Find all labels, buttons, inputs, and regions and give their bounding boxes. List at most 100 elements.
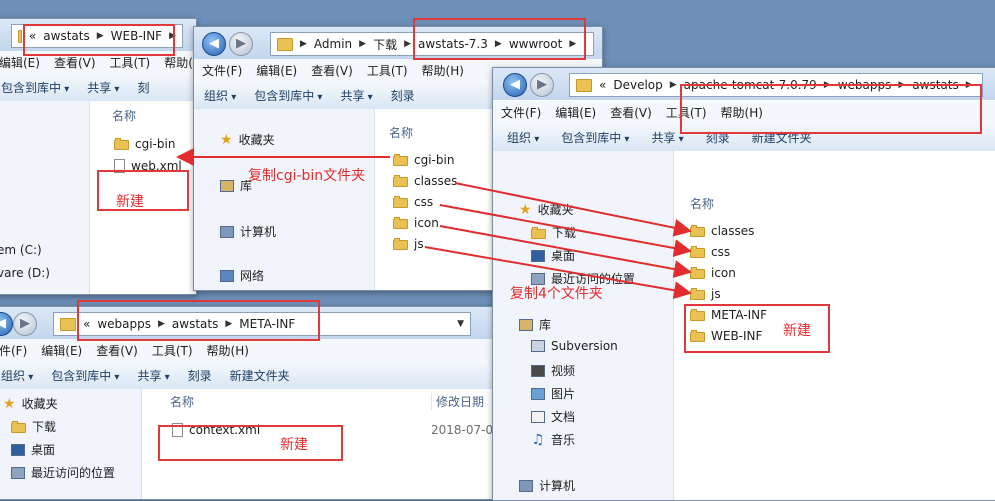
burn-button[interactable]: 刻录 xyxy=(188,367,212,384)
menu-view[interactable]: 查看(V) xyxy=(610,104,652,121)
menu-file[interactable]: 文件(F) xyxy=(202,62,242,79)
chevron-right-icon[interactable]: ▼ xyxy=(457,319,464,329)
share-button[interactable]: 共享 xyxy=(651,129,683,146)
organize-button[interactable]: 组织 xyxy=(1,367,33,384)
column-header-name[interactable]: 名称 xyxy=(112,107,136,124)
menu-tools[interactable]: 工具(T) xyxy=(110,54,151,71)
back-button[interactable]: ◀ xyxy=(503,73,527,97)
address-overflow[interactable]: « xyxy=(599,78,606,92)
forward-button[interactable]: ▶ xyxy=(530,73,554,97)
include-library-button[interactable]: 包含到库中 xyxy=(254,87,322,104)
share-button[interactable]: 共享 xyxy=(340,87,372,104)
file-name: css xyxy=(414,195,434,209)
address-crumb-develop[interactable]: Develop xyxy=(613,78,662,92)
menu-edit[interactable]: 编辑(E) xyxy=(0,54,40,71)
highlight-address-tomcat xyxy=(680,84,982,134)
nav-label: 下载 xyxy=(32,420,57,434)
folder-icon xyxy=(690,225,705,237)
nav-documents[interactable]: 文档 xyxy=(531,408,575,425)
command-bar: 组织 包含到库中 共享 刻录 新建文件夹 xyxy=(0,361,497,390)
menu-tools[interactable]: 工具(T) xyxy=(152,342,193,359)
chevron-right-icon[interactable]: ▶ xyxy=(300,39,307,49)
menu-edit[interactable]: 编辑(E) xyxy=(41,342,82,359)
folder-js[interactable]: js xyxy=(690,287,721,301)
highlight-address-web-inf xyxy=(23,24,175,56)
highlight-address-wwwroot xyxy=(413,18,586,60)
nav-favorites[interactable]: ★ 收藏夹 xyxy=(220,131,275,148)
nav-label: Subversion xyxy=(551,339,618,353)
menu-edit[interactable]: 编辑(E) xyxy=(555,104,596,121)
share-button[interactable]: 共享 xyxy=(137,367,169,384)
folder-icon-dir[interactable]: icon xyxy=(690,266,736,280)
highlight-address-meta-inf xyxy=(77,300,320,341)
menu-file[interactable]: 文件(F) xyxy=(501,104,541,121)
include-library-button[interactable]: 包含到库中 xyxy=(51,367,119,384)
share-button[interactable]: 共享 xyxy=(87,79,119,96)
new-folder-button[interactable]: 新建文件夹 xyxy=(230,367,290,384)
menu-view[interactable]: 查看(V) xyxy=(54,54,96,71)
back-button[interactable]: ◀ xyxy=(202,32,226,56)
organize-button[interactable]: 组织 xyxy=(204,87,236,104)
star-icon: ★ xyxy=(519,201,532,218)
organize-button[interactable]: 组织 xyxy=(507,129,539,146)
recent-places-icon xyxy=(11,466,25,479)
nav-favorites[interactable]: ★ 收藏夹 xyxy=(519,201,574,218)
nav-music[interactable]: ♫ 音乐 xyxy=(531,431,575,448)
menu-help[interactable]: 帮助(H) xyxy=(207,342,249,359)
nav-label: 图片 xyxy=(551,387,576,401)
folder-icon xyxy=(393,238,408,250)
nav-downloads[interactable]: 下载 xyxy=(531,224,576,241)
folder-js[interactable]: js xyxy=(393,237,424,251)
nav-videos[interactable]: 视频 xyxy=(531,362,575,379)
menu-help[interactable]: 帮助(H) xyxy=(422,62,464,79)
include-library-button[interactable]: 包含到库中 xyxy=(1,79,69,96)
chevron-right-icon[interactable]: ▶ xyxy=(670,80,677,90)
include-library-button[interactable]: 包含到库中 xyxy=(561,129,629,146)
forward-button[interactable]: ▶ xyxy=(13,312,37,336)
column-header-name[interactable]: 名称 xyxy=(389,124,413,141)
nav-downloads[interactable]: 下载 xyxy=(11,418,56,435)
file-name: js xyxy=(414,237,424,251)
nav-computer[interactable]: 计算机 xyxy=(220,223,276,240)
nav-subversion[interactable]: Subversion xyxy=(531,339,618,353)
folder-icon-dir[interactable]: icon xyxy=(393,216,439,230)
menu-view[interactable]: 查看(V) xyxy=(311,62,353,79)
navigation-pane: ★ 收藏夹 下载 桌面 最近访问的位置 xyxy=(0,389,142,499)
folder-classes[interactable]: classes xyxy=(393,174,457,188)
nav-recent[interactable]: 最近访问的位置 xyxy=(11,464,115,481)
burn-button[interactable]: 刻 xyxy=(137,79,149,96)
nav-drive-d[interactable]: vare (D:) xyxy=(0,266,50,280)
menu-file[interactable]: 件(F) xyxy=(0,342,27,359)
folder-css[interactable]: css xyxy=(393,195,433,209)
navigation-pane: ★ 收藏夹 下载 桌面 最近访问的位置 库 Subversion 视频 图片 文… xyxy=(493,151,674,500)
folder-cgi-bin[interactable]: cgi-bin xyxy=(393,153,454,167)
nav-desktop[interactable]: 桌面 xyxy=(11,441,55,458)
folder-classes[interactable]: classes xyxy=(690,224,754,238)
folder-icon xyxy=(18,29,22,43)
menu-view[interactable]: 查看(V) xyxy=(96,342,138,359)
nav-drive-c[interactable]: em (C:) xyxy=(0,243,42,257)
burn-button[interactable]: 刻录 xyxy=(391,87,415,104)
folder-icon xyxy=(277,37,293,51)
nav-desktop[interactable]: 桌面 xyxy=(531,247,575,264)
address-crumb-downloads[interactable]: 下载 xyxy=(373,36,397,53)
desktop-icon xyxy=(531,249,545,262)
nav-network[interactable]: 网络 xyxy=(220,267,264,284)
address-crumb-admin[interactable]: Admin xyxy=(314,37,352,51)
column-header-date[interactable]: 修改日期 xyxy=(431,393,484,410)
nav-library[interactable]: 库 xyxy=(519,316,551,333)
column-header-name[interactable]: 名称 xyxy=(170,393,194,410)
chevron-right-icon[interactable]: ▶ xyxy=(359,39,366,49)
nav-favorites[interactable]: ★ 收藏夹 xyxy=(3,395,58,412)
column-header-name[interactable]: 名称 xyxy=(690,195,714,212)
folder-css[interactable]: css xyxy=(690,245,730,259)
nav-computer[interactable]: 计算机 xyxy=(519,477,575,494)
nav-pictures[interactable]: 图片 xyxy=(531,385,575,402)
nav-label: 下载 xyxy=(552,226,577,240)
menu-edit[interactable]: 编辑(E) xyxy=(256,62,297,79)
forward-button[interactable]: ▶ xyxy=(229,32,253,56)
file-name: icon xyxy=(414,216,439,230)
folder-cgi-bin[interactable]: cgi-bin xyxy=(114,137,175,151)
chevron-right-icon[interactable]: ▶ xyxy=(404,39,411,49)
menu-tools[interactable]: 工具(T) xyxy=(367,62,408,79)
